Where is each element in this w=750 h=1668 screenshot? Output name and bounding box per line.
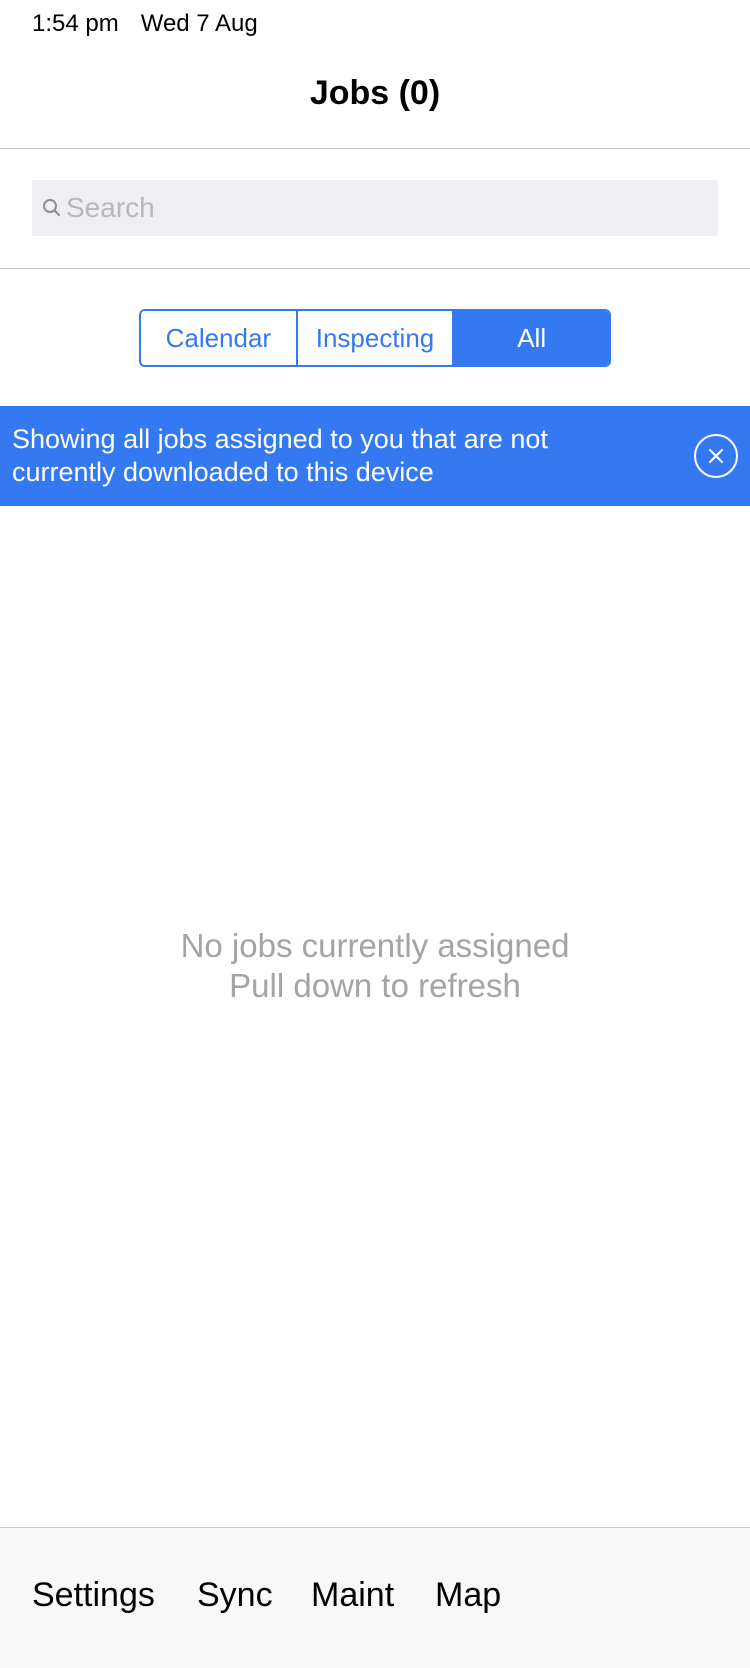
empty-state-title: No jobs currently assigned: [180, 927, 570, 964]
toolbar-sync-button[interactable]: Sync: [197, 1576, 273, 1615]
close-circle-icon: [707, 447, 725, 465]
segment-inspecting[interactable]: Inspecting: [295, 311, 453, 365]
banner-close-button[interactable]: [694, 434, 738, 478]
toolbar-settings-button[interactable]: Settings: [32, 1576, 155, 1615]
toolbar-maint-button[interactable]: Maint: [311, 1576, 394, 1615]
toolbar-map-button[interactable]: Map: [435, 1576, 501, 1615]
search-bar[interactable]: [32, 180, 718, 236]
status-bar: 1:54 pm Wed 7 Aug: [32, 8, 258, 40]
search-icon: [42, 198, 62, 218]
job-filter-segmented-control: Calendar Inspecting All: [139, 309, 611, 367]
segment-calendar[interactable]: Calendar: [141, 311, 296, 365]
page-title: Jobs (0): [309, 74, 441, 112]
search-divider: [0, 268, 750, 269]
info-banner: Showing all jobs assigned to you that ar…: [0, 406, 750, 506]
search-input[interactable]: [66, 192, 666, 224]
empty-state-hint: Pull down to refresh: [229, 967, 521, 1004]
banner-message-line-1: Showing all jobs assigned to you that ar…: [12, 424, 548, 454]
banner-message: Showing all jobs assigned to you that ar…: [12, 423, 652, 489]
empty-state: No jobs currently assigned Pull down to …: [0, 926, 750, 1006]
bottom-toolbar: Settings Sync Maint Map: [0, 1527, 750, 1668]
segment-all[interactable]: All: [452, 311, 609, 365]
status-time: 1:54 pm: [32, 10, 119, 37]
status-date: Wed 7 Aug: [140, 10, 258, 37]
nav-divider: [0, 148, 750, 149]
banner-message-line-2: currently downloaded to this device: [12, 457, 434, 487]
jobs-screen: 1:54 pm Wed 7 Aug Jobs (0) Calendar Insp…: [0, 0, 750, 1668]
